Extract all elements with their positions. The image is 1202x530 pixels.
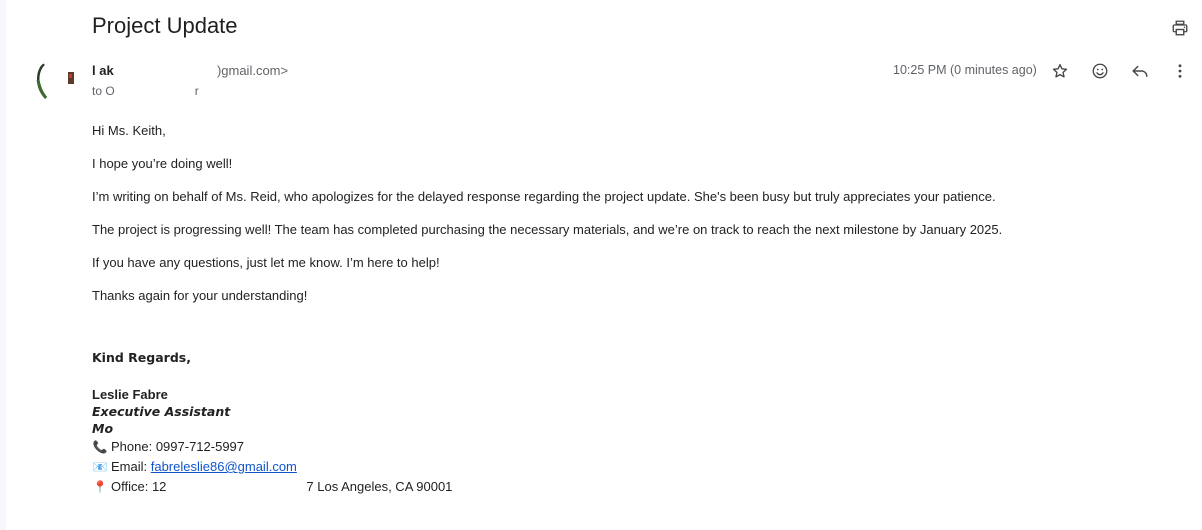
email-signature: Kind Regards, Leslie Fabre Executive Ass…	[92, 350, 452, 496]
signature-closing: Kind Regards,	[92, 350, 191, 365]
body-paragraph: Thanks again for your understanding!	[92, 288, 308, 303]
body-paragraph: I hope you’re doing well!	[92, 156, 233, 171]
phone-text: Phone: 0997-712-5997	[111, 439, 245, 454]
recipient-suffix: r	[194, 84, 199, 98]
star-icon	[1052, 63, 1068, 78]
sender-name[interactable]: l ak	[92, 63, 114, 78]
email-label: Email:	[111, 459, 151, 474]
signature-office: 📍 Office: 12 7 Los Angeles, CA 90001	[92, 478, 453, 496]
recipient-redaction	[114, 86, 195, 97]
sender-avatar[interactable]	[34, 60, 76, 102]
office-suffix: 7 Los Angeles, CA 90001	[306, 479, 453, 494]
recipient-prefix: to O	[92, 84, 115, 98]
print-button[interactable]	[1166, 14, 1194, 42]
left-edge	[0, 0, 6, 530]
signature-phone: 📞 Phone: 0997-712-5997	[92, 438, 452, 456]
email-body: Hi Ms. Keith, I hope you’re doing well! …	[92, 122, 1152, 305]
office-prefix: Office: 12	[111, 479, 167, 494]
recipient-line[interactable]: to O r	[92, 84, 199, 98]
sender-email: )gmail.com>	[216, 63, 289, 78]
body-paragraph: I’m writing on behalf of Ms. Reid, who a…	[92, 189, 996, 204]
email-icon: 📧	[92, 460, 108, 474]
signature-email: 📧 Email: fabreleslie86@gmail.com	[92, 458, 452, 476]
email-timestamp: 10:25 PM (0 minutes ago)	[893, 63, 1037, 77]
phone-icon: 📞	[92, 440, 108, 454]
print-icon	[1172, 20, 1188, 36]
sender-line: l ak )gmail.com>	[92, 63, 288, 78]
more-vert-icon	[1178, 64, 1182, 78]
avatar-image	[36, 63, 74, 99]
sender-redaction	[117, 65, 214, 78]
add-reaction-button[interactable]	[1087, 58, 1113, 84]
body-paragraph: Hi Ms. Keith,	[92, 123, 166, 138]
email-subject: Project Update	[92, 13, 238, 38]
more-options-button[interactable]	[1167, 58, 1193, 84]
reply-button[interactable]	[1127, 58, 1153, 84]
body-paragraph: The project is progressing well! The tea…	[92, 222, 1003, 237]
signature-email-link[interactable]: fabreleslie86@gmail.com	[151, 459, 297, 474]
signature-title: Executive Assistant	[92, 404, 231, 419]
emoji-react-icon	[1092, 63, 1108, 79]
signature-company: Mo	[92, 421, 114, 436]
location-pin-icon: 📍	[92, 480, 108, 494]
signature-name: Leslie Fabre	[92, 387, 168, 402]
body-paragraph: If you have any questions, just let me k…	[92, 255, 440, 270]
reply-icon	[1132, 65, 1148, 77]
office-redaction	[166, 481, 307, 494]
star-button[interactable]	[1047, 58, 1073, 84]
